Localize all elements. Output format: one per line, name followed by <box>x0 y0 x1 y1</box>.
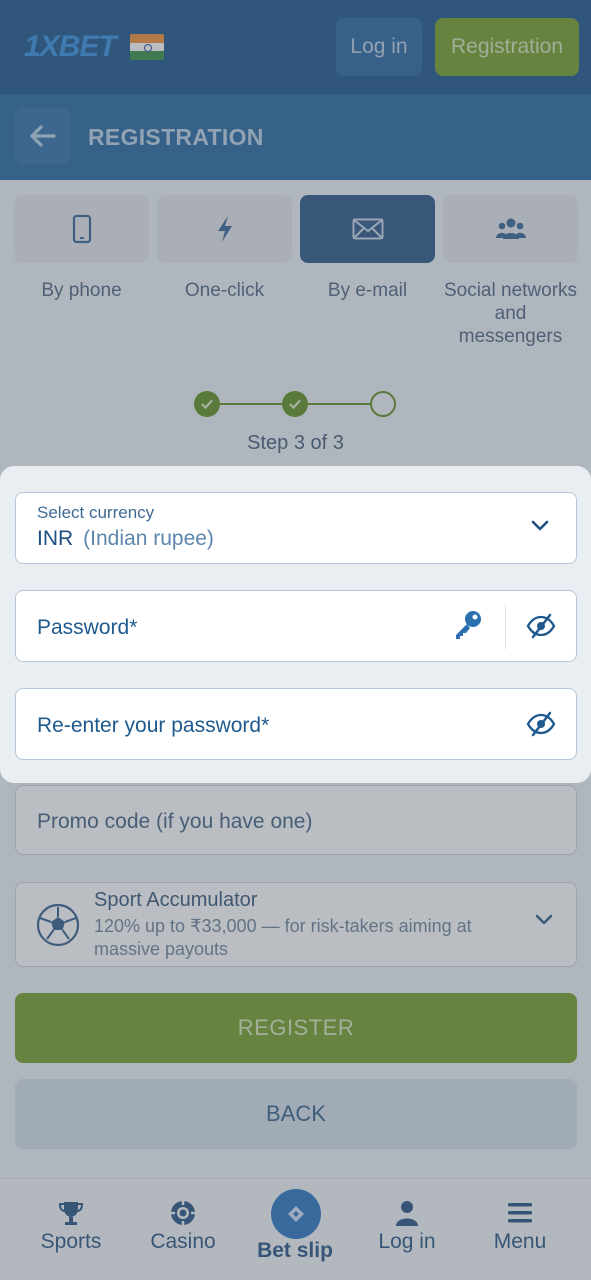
ticket-icon <box>288 1206 304 1222</box>
key-icon[interactable] <box>452 609 484 641</box>
tab-one-click[interactable]: One-click <box>157 195 292 302</box>
header-registration-button[interactable]: Registration <box>435 18 579 76</box>
password-placeholder: Password* <box>37 616 138 639</box>
nav-label: Log in <box>378 1230 436 1253</box>
nav-label: Menu <box>493 1230 547 1253</box>
phone-icon <box>72 214 91 244</box>
tab-label: By phone <box>41 280 122 301</box>
bonus-description: 120% up to ₹33,000 — for risk-takers aim… <box>94 916 472 959</box>
highlighted-form-panel: Select currency INR (Indian rupee) Passwo… <box>0 466 591 783</box>
envelope-icon <box>352 218 383 240</box>
currency-value: INR (Indian rupee) <box>37 527 214 551</box>
chevron-down-icon <box>535 914 553 925</box>
soccer-ball-icon <box>36 903 80 947</box>
step-1-done-icon <box>194 391 220 417</box>
divider <box>505 605 506 649</box>
register-button[interactable]: REGISTER <box>15 993 577 1063</box>
nav-bet-slip[interactable]: Bet slip <box>236 1179 354 1280</box>
currency-code: INR <box>37 527 74 550</box>
tab-social-networks[interactable]: Social networks and messengers <box>443 195 578 348</box>
lightning-icon <box>217 216 232 242</box>
bottom-navigation: Sports Casino Bet slip Log in Menu <box>0 1178 591 1280</box>
arrow-left-icon <box>30 125 56 147</box>
step-progress <box>194 391 398 419</box>
registration-method-tabs: By phone One-click By e-mail Social netw… <box>14 195 578 355</box>
back-arrow-button[interactable] <box>15 108 71 164</box>
step-3-current-icon <box>370 391 396 417</box>
step-counter-text: Step 3 of 3 <box>247 432 344 454</box>
hamburger-icon <box>508 1203 532 1223</box>
promo-code-placeholder: Promo code (if you have one) <box>37 810 313 833</box>
user-icon <box>396 1201 418 1226</box>
eye-off-icon[interactable] <box>526 613 556 639</box>
nav-casino[interactable]: Casino <box>124 1179 242 1280</box>
header-login-button[interactable]: Log in <box>336 18 422 76</box>
promo-code-input[interactable]: Promo code (if you have one) <box>15 785 577 855</box>
tab-by-phone[interactable]: By phone <box>14 195 149 302</box>
registration-page: 1XBET Log in Registration REGISTRATION B… <box>0 0 591 1280</box>
tab-label: By e-mail <box>327 280 408 301</box>
currency-label: Select currency <box>37 503 155 522</box>
page-title: REGISTRATION <box>88 124 264 150</box>
chevron-down-icon <box>531 520 549 531</box>
eye-off-icon[interactable] <box>526 711 556 737</box>
registration-subheader: REGISTRATION <box>0 94 591 180</box>
bonus-title: Sport Accumulator <box>94 889 258 911</box>
people-icon <box>495 218 526 239</box>
logo-text: 1XBET <box>24 30 117 63</box>
casino-chip-icon <box>171 1201 195 1225</box>
tab-by-email[interactable]: By e-mail <box>300 195 435 302</box>
india-flag-icon <box>129 34 164 60</box>
bonus-selector[interactable]: Sport Accumulator 120% up to ₹33,000 — f… <box>15 882 577 967</box>
nav-label: Casino <box>150 1230 216 1253</box>
trophy-icon <box>58 1202 84 1225</box>
currency-name: (Indian rupee) <box>83 527 214 550</box>
back-button[interactable]: BACK <box>15 1079 577 1149</box>
reenter-password-field[interactable]: Re-enter your password* <box>15 688 577 760</box>
step-connector <box>220 403 282 405</box>
nav-label: Bet slip <box>257 1239 333 1262</box>
top-header: 1XBET Log in Registration <box>0 0 591 94</box>
reenter-password-placeholder: Re-enter your password* <box>37 714 270 737</box>
tab-label: One-click <box>184 280 265 301</box>
bet-slip-badge <box>271 1189 321 1239</box>
step-connector <box>308 403 370 405</box>
nav-menu[interactable]: Menu <box>461 1179 579 1280</box>
step-2-done-icon <box>282 391 308 417</box>
password-field[interactable]: Password* <box>15 590 577 662</box>
nav-login[interactable]: Log in <box>348 1179 466 1280</box>
currency-select[interactable]: Select currency INR (Indian rupee) <box>15 492 577 564</box>
nav-sports[interactable]: Sports <box>12 1179 130 1280</box>
tab-label: Social networks and messengers <box>443 280 578 347</box>
nav-label: Sports <box>40 1230 102 1253</box>
brand-logo[interactable]: 1XBET <box>24 30 164 64</box>
